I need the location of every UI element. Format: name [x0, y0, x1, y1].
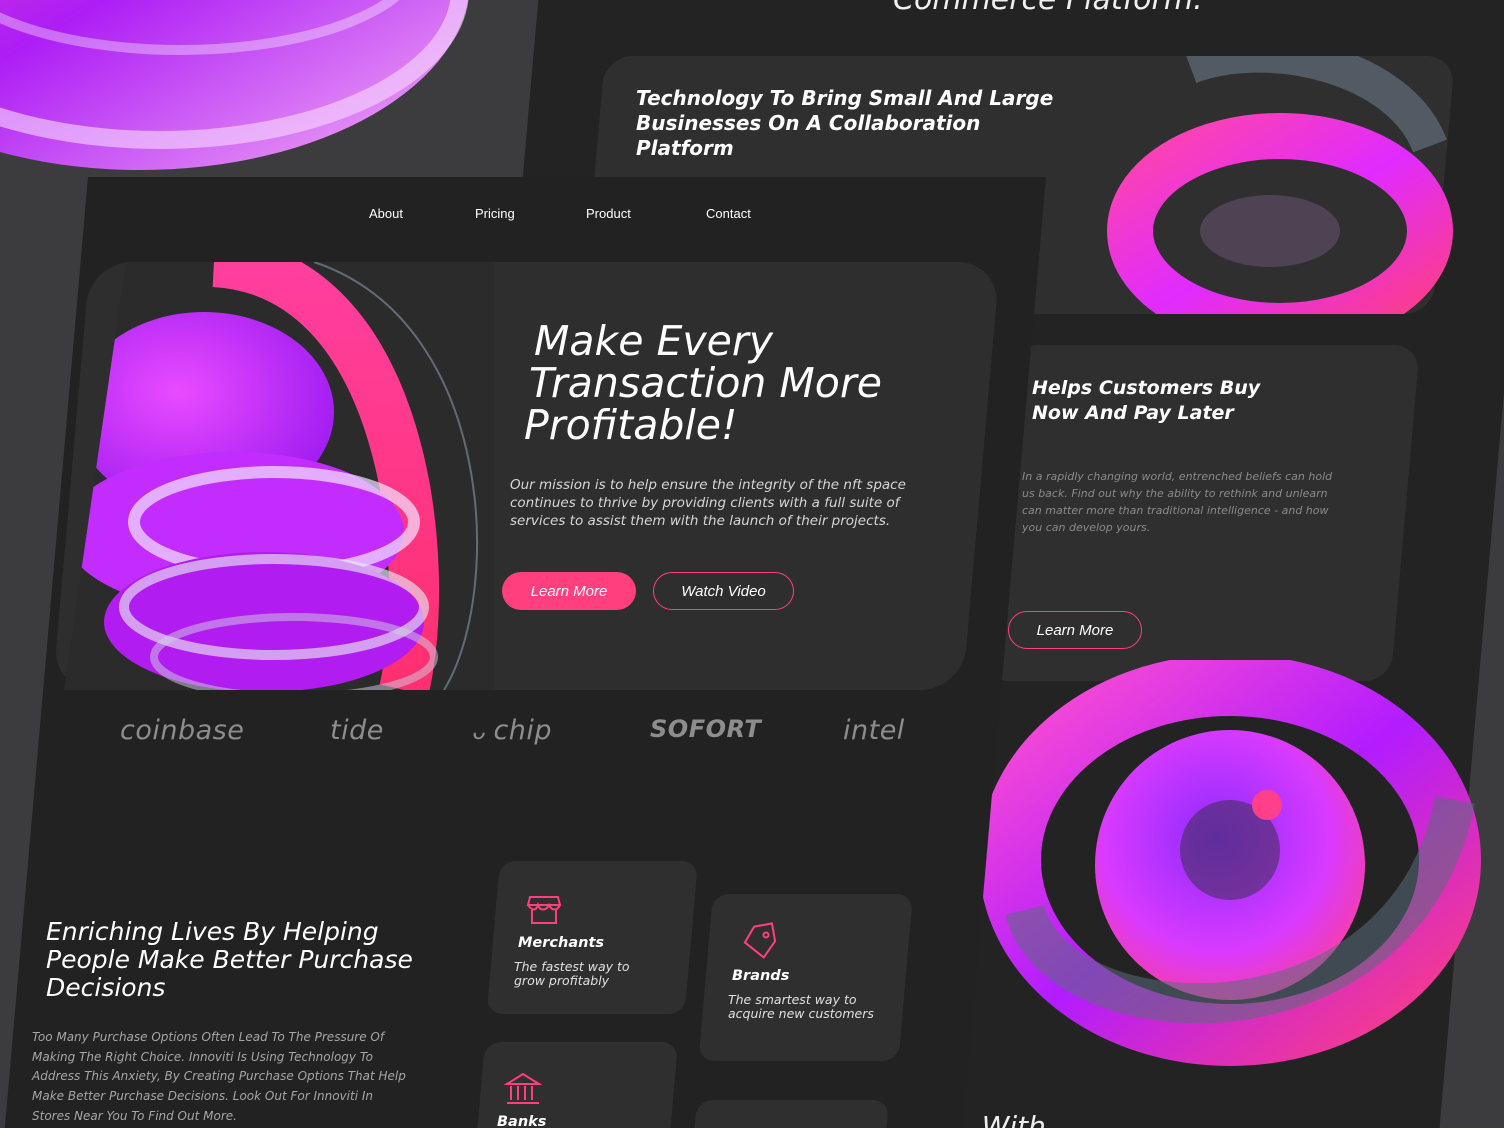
partner-logos: coinbase tide ᴗ chip SOFORT intel: [0, 715, 1000, 755]
hero-3d-art: [64, 262, 494, 690]
nav-item-about[interactable]: About: [369, 206, 403, 221]
tag-icon: [743, 922, 777, 959]
hero-title-line-1: Make Every: [534, 317, 774, 365]
decorative-sphere-ring-art: [979, 660, 1481, 1066]
feature-banks-title: Banks: [497, 1114, 547, 1128]
feature-merchants-title: Merchants: [518, 935, 605, 951]
feature-brands-title: Brands: [732, 968, 790, 984]
top-nav: About Pricing Product Contact: [0, 206, 1000, 226]
logo-chip: ᴗ chip: [472, 715, 553, 746]
feature-card-brands[interactable]: [698, 894, 913, 1061]
logo-sofort: SOFORT: [650, 715, 762, 743]
stage: Commerce Platform. Technology To Bring S…: [0, 0, 1504, 1128]
feature-merchants-desc: The fastest way to grow profitably: [514, 959, 630, 988]
hero-subtitle: Our mission is to help ensure the integr…: [510, 477, 906, 529]
logo-intel: intel: [843, 715, 905, 746]
hero-title: Make Every Transaction More Profitable!: [524, 320, 944, 446]
nav-item-pricing[interactable]: Pricing: [475, 206, 515, 221]
hero-title-line-2: Transaction More: [529, 359, 882, 407]
card-collaboration-title: Technology To Bring Small And Large Busi…: [636, 86, 1054, 160]
logo-coinbase: coinbase: [120, 715, 245, 746]
enrich-title: Enriching Lives By Helping People Make B…: [46, 917, 413, 1002]
watch-video-button[interactable]: Watch Video: [653, 572, 794, 610]
storefront-icon: [526, 896, 562, 924]
back-heading: Commerce Platform.: [893, 0, 1203, 17]
learn-more-button[interactable]: Learn More: [502, 572, 636, 610]
nav-item-contact[interactable]: Contact: [706, 206, 751, 221]
card-bnpl-body: In a rapidly changing world, entrenched …: [1022, 470, 1333, 534]
back-footer-heading: ...With: [955, 1110, 1046, 1128]
logo-tide: tide: [330, 715, 384, 746]
feature-brands-desc: The smartest way to acquire new customer…: [728, 992, 874, 1021]
decorative-ring-art: [1107, 56, 1453, 314]
nav-item-product[interactable]: Product: [586, 206, 631, 221]
card-bnpl-title: Helps Customers Buy Now And Pay Later: [1032, 377, 1261, 424]
bnpl-learn-more-button[interactable]: Learn More: [1008, 611, 1142, 649]
feature-card-extra[interactable]: [691, 1100, 889, 1128]
logo-chip-text: chip: [493, 715, 553, 746]
bank-icon: [503, 1072, 543, 1104]
hero-title-line-3: Profitable!: [524, 401, 738, 449]
enrich-body: Too Many Purchase Options Often Lead To …: [32, 1030, 406, 1123]
